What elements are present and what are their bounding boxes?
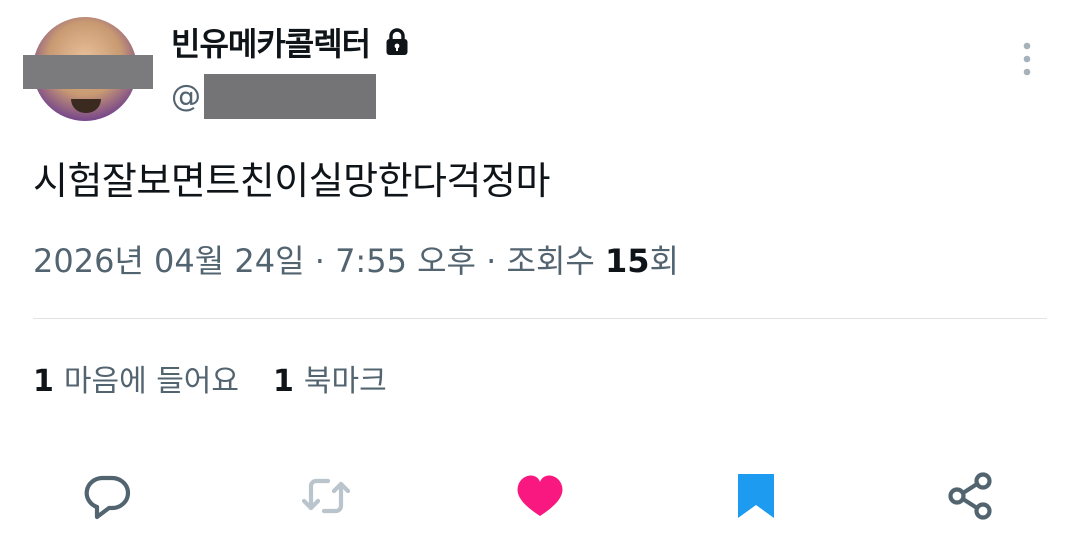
handle-censor-bar bbox=[204, 73, 376, 119]
meta-separator: · bbox=[475, 242, 507, 280]
divider bbox=[33, 318, 1047, 319]
bookmark-button[interactable] bbox=[728, 468, 784, 524]
like-button[interactable] bbox=[512, 468, 568, 524]
views-suffix: 회 bbox=[649, 242, 679, 280]
share-button[interactable] bbox=[943, 468, 999, 524]
tweet-time[interactable]: 7:55 오후 bbox=[335, 236, 476, 282]
share-icon bbox=[948, 472, 992, 520]
tweet-date[interactable]: 2026년 04월 24일 bbox=[33, 236, 305, 282]
bookmark-icon bbox=[738, 474, 774, 518]
tweet-text: 시험잘보면트친이실망한다걱정마 bbox=[33, 159, 550, 203]
avatar-censor-bar bbox=[23, 55, 153, 89]
display-name[interactable]: 빈유메카콜렉터 bbox=[171, 19, 371, 65]
views-label: 조회수 bbox=[506, 242, 605, 280]
lock-icon bbox=[384, 27, 410, 57]
reply-icon bbox=[84, 475, 131, 520]
retweet-button[interactable] bbox=[298, 468, 354, 524]
heart-icon bbox=[517, 475, 563, 516]
display-name-row[interactable]: 빈유메카콜렉터 bbox=[171, 20, 410, 64]
more-vertical-icon[interactable] bbox=[1017, 40, 1037, 80]
tweet-meta: 2026년 04월 24일 · 7:55 오후 · 조회수 15 회 bbox=[33, 236, 679, 282]
likes-count[interactable]: 1 bbox=[33, 364, 54, 399]
meta-separator: · bbox=[304, 242, 336, 280]
handle-row[interactable]: @ bbox=[171, 72, 376, 120]
reply-button[interactable] bbox=[79, 468, 135, 524]
bookmarks-label[interactable]: 북마크 bbox=[304, 356, 387, 400]
handle-prefix: @ bbox=[171, 78, 201, 114]
engagement-stats: 1 마음에 들어요 1 북마크 bbox=[33, 356, 387, 400]
bookmarks-count[interactable]: 1 bbox=[273, 364, 294, 399]
retweet-icon bbox=[301, 478, 351, 514]
likes-label[interactable]: 마음에 들어요 bbox=[64, 356, 239, 400]
avatar-mouth bbox=[71, 99, 101, 113]
views-count: 15 bbox=[605, 242, 650, 280]
